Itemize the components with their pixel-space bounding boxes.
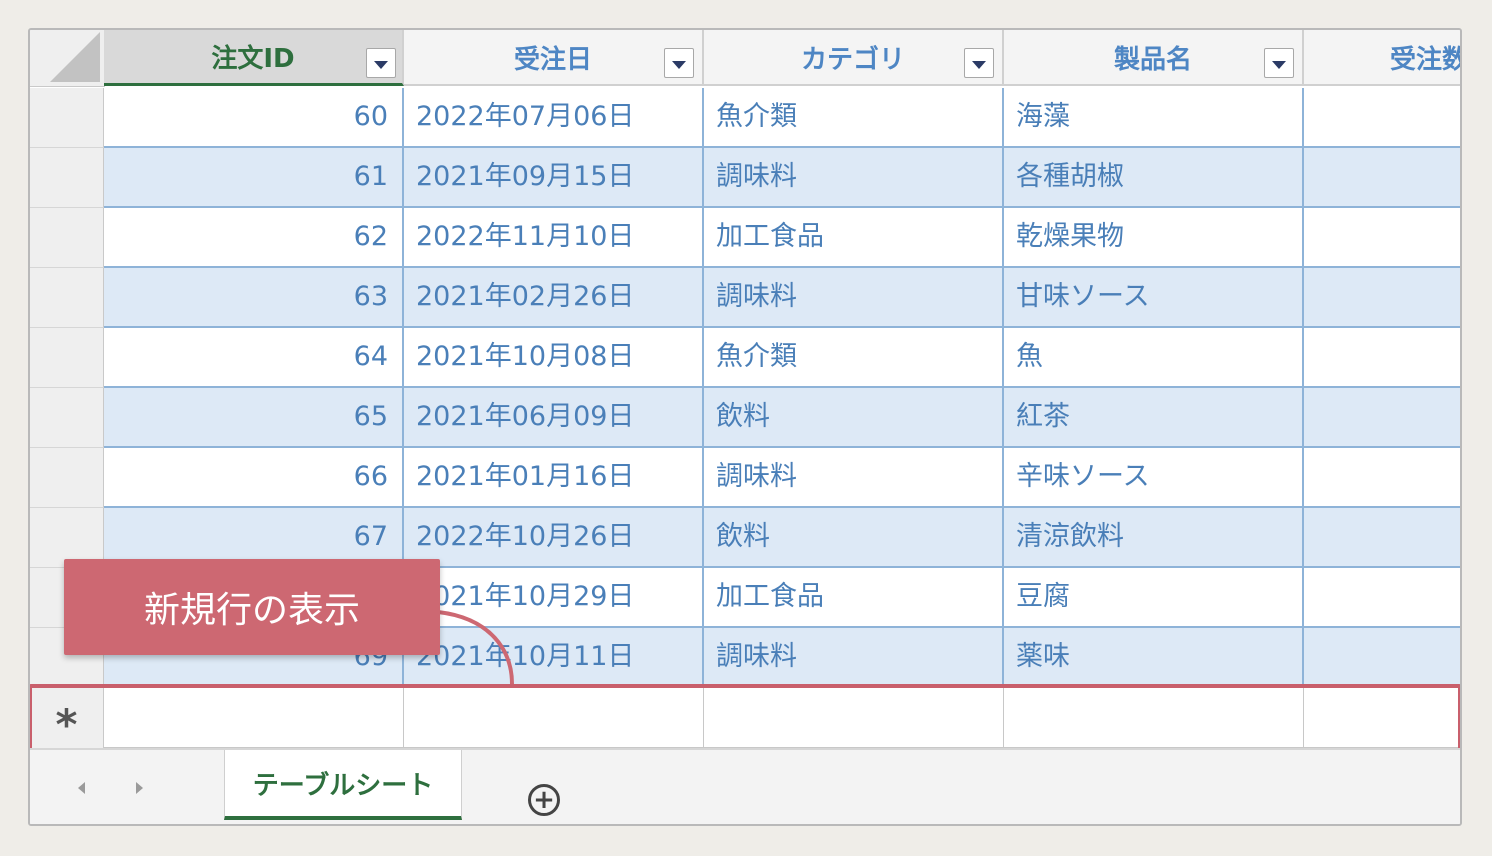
add-sheet-icon[interactable]: +: [528, 784, 560, 816]
table-cell-date[interactable]: 2021年09月15日: [404, 148, 704, 208]
table-cell-product[interactable]: 豆腐: [1004, 568, 1304, 628]
table-cell-date[interactable]: 2021年10月11日: [404, 628, 704, 688]
column-header-label: カテゴリ: [800, 44, 905, 75]
table-cell-category[interactable]: 調味料: [704, 448, 1004, 508]
table-cell-date[interactable]: 2022年11月10日: [404, 208, 704, 268]
new-row-cell-qty[interactable]: [1304, 688, 1460, 748]
table-cell-qty[interactable]: [1304, 208, 1460, 268]
row-selector[interactable]: [30, 88, 104, 148]
column-header-date[interactable]: 受注日: [404, 30, 704, 86]
filter-dropdown-button[interactable]: [1264, 48, 1294, 78]
filter-dropdown-button[interactable]: [664, 48, 694, 78]
table-cell-category[interactable]: 調味料: [704, 148, 1004, 208]
select-all-triangle-icon: [50, 32, 100, 82]
table-cell-product[interactable]: 薬味: [1004, 628, 1304, 688]
column-header-label: 受注日: [513, 44, 592, 75]
table-cell-id[interactable]: 60: [104, 88, 404, 148]
row-selector[interactable]: [30, 148, 104, 208]
table-cell-id[interactable]: 65: [104, 388, 404, 448]
table-cell-qty[interactable]: [1304, 628, 1460, 688]
table-cell-category[interactable]: 魚介類: [704, 328, 1004, 388]
table-cell-product[interactable]: 辛味ソース: [1004, 448, 1304, 508]
new-row-asterisk-icon: *: [55, 699, 78, 749]
scroll-left-icon[interactable]: [78, 782, 85, 794]
table-cell-category[interactable]: 魚介類: [704, 88, 1004, 148]
table-cell-date[interactable]: 2022年10月26日: [404, 508, 704, 568]
table-cell-date[interactable]: 2021年10月29日: [404, 568, 704, 628]
column-header-category[interactable]: カテゴリ: [704, 30, 1004, 86]
table-cell-category[interactable]: 調味料: [704, 268, 1004, 328]
dropdown-arrow-icon: [672, 60, 686, 69]
table-cell-category[interactable]: 加工食品: [704, 208, 1004, 268]
column-header-label: 受注数: [1390, 44, 1462, 75]
new-row-cell-date[interactable]: [404, 688, 704, 748]
table-cell-date[interactable]: 2021年10月08日: [404, 328, 704, 388]
table-cell-date[interactable]: 2021年06月09日: [404, 388, 704, 448]
table-cell-id[interactable]: 64: [104, 328, 404, 388]
table-cell-id[interactable]: 63: [104, 268, 404, 328]
table-cell-qty[interactable]: [1304, 328, 1460, 388]
row-selector[interactable]: [30, 328, 104, 388]
row-selector[interactable]: [30, 208, 104, 268]
row-selector[interactable]: [30, 388, 104, 448]
table-cell-qty[interactable]: [1304, 388, 1460, 448]
scroll-right-icon[interactable]: [136, 782, 143, 794]
table-cell-qty[interactable]: [1304, 268, 1460, 328]
column-header-product[interactable]: 製品名: [1004, 30, 1304, 86]
table-cell-qty[interactable]: [1304, 88, 1460, 148]
filter-dropdown-button[interactable]: [964, 48, 994, 78]
new-row-callout: 新規行の表示: [64, 559, 440, 655]
new-row-cell-category[interactable]: [704, 688, 1004, 748]
table-cell-category[interactable]: 飲料: [704, 388, 1004, 448]
column-header-label: 注文ID: [211, 44, 295, 74]
column-header-label: 製品名: [1113, 44, 1192, 75]
dropdown-arrow-icon: [972, 60, 986, 69]
callout-label: 新規行の表示: [143, 590, 360, 631]
filter-dropdown-button[interactable]: [366, 48, 396, 78]
row-selector[interactable]: [30, 448, 104, 508]
table-cell-product[interactable]: 紅茶: [1004, 388, 1304, 448]
table-cell-product[interactable]: 海藻: [1004, 88, 1304, 148]
table-cell-category[interactable]: 調味料: [704, 628, 1004, 688]
table-cell-category[interactable]: 加工食品: [704, 568, 1004, 628]
table-cell-qty[interactable]: [1304, 568, 1460, 628]
table-cell-id[interactable]: 61: [104, 148, 404, 208]
table-cell-product[interactable]: 魚: [1004, 328, 1304, 388]
column-header-qty[interactable]: 受注数: [1304, 30, 1462, 86]
table-cell-date[interactable]: 2021年01月16日: [404, 448, 704, 508]
sheet-tab-bar: テーブルシート +: [30, 748, 1460, 824]
dropdown-arrow-icon: [1272, 60, 1286, 69]
column-header-id[interactable]: 注文ID: [104, 30, 404, 86]
table-cell-qty[interactable]: [1304, 508, 1460, 568]
table-cell-date[interactable]: 2022年07月06日: [404, 88, 704, 148]
table-cell-product[interactable]: 各種胡椒: [1004, 148, 1304, 208]
table-cell-date[interactable]: 2021年02月26日: [404, 268, 704, 328]
row-selector[interactable]: [30, 268, 104, 328]
add-sheet-symbol: +: [533, 785, 555, 815]
table-cell-qty[interactable]: [1304, 448, 1460, 508]
select-all-corner[interactable]: [30, 30, 105, 87]
sheet-tab-label: テーブルシート: [252, 770, 434, 801]
sheet-tab-table[interactable]: テーブルシート: [224, 750, 462, 820]
table-cell-id[interactable]: 62: [104, 208, 404, 268]
table-cell-id[interactable]: 66: [104, 448, 404, 508]
dropdown-arrow-icon: [374, 60, 388, 69]
datasheet-window: 注文ID 受注日 カテゴリ 製品名 受注数 60 2022年07月06日 魚介類 海藻 61 20…: [28, 28, 1462, 826]
new-row-cell-product[interactable]: [1004, 688, 1304, 748]
new-row-cell-id[interactable]: [104, 688, 404, 748]
table-cell-product[interactable]: 甘味ソース: [1004, 268, 1304, 328]
table-cell-product[interactable]: 乾燥果物: [1004, 208, 1304, 268]
table-cell-qty[interactable]: [1304, 148, 1460, 208]
new-row-selector[interactable]: *: [30, 688, 104, 748]
table-cell-category[interactable]: 飲料: [704, 508, 1004, 568]
table-cell-product[interactable]: 清涼飲料: [1004, 508, 1304, 568]
